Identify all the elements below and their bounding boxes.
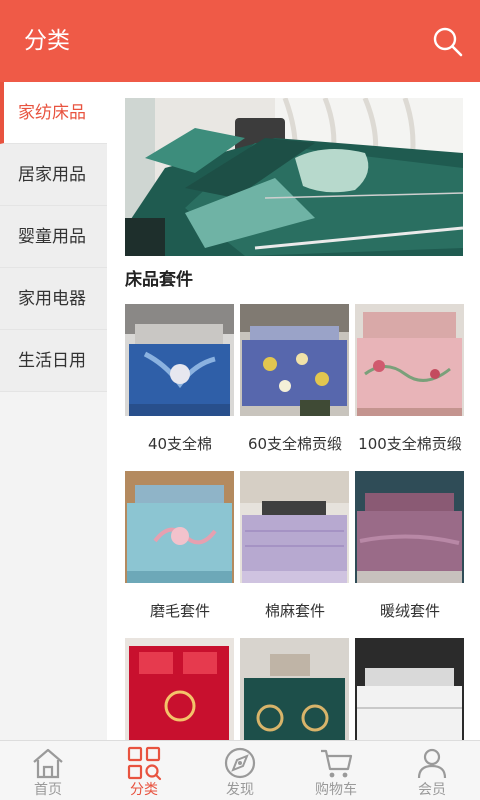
search-icon (433, 27, 463, 57)
discover-icon (224, 747, 256, 779)
tab-cart[interactable]: 购物车 (288, 741, 384, 800)
category-content: 床品套件 40支全棉 60支全棉贡缎 100支全棉贡缎 磨毛套件 棉麻套件 暖绒… (107, 82, 480, 740)
tab-discover[interactable]: 发现 (192, 741, 288, 800)
home-icon (33, 748, 63, 779)
tab-member[interactable]: 会员 (384, 741, 480, 800)
sidebar-item-label: 居家用品 (18, 165, 86, 185)
product-tile[interactable]: 100支全棉贡缎 (355, 304, 464, 454)
product-label: 40支全棉 (147, 435, 213, 453)
product-tile[interactable]: 40支全棉 (125, 304, 234, 454)
product-image (125, 638, 234, 740)
product-label: 磨毛套件 (149, 602, 210, 620)
top-app-bar: 分类 (0, 0, 480, 82)
product-tile[interactable] (125, 638, 234, 740)
product-tile[interactable] (240, 638, 349, 740)
tab-home[interactable]: 首页 (0, 741, 96, 800)
product-label: 60支全棉贡缎 (247, 435, 343, 453)
sidebar-item-label: 家用电器 (18, 289, 86, 309)
sidebar-item-label: 生活日用 (18, 351, 86, 371)
app-root: 分类 家纺床品 居家用品 婴童用品 家用电器 生活日用 床品套件 40支全棉 6… (0, 0, 480, 800)
product-label: 棉麻套件 (264, 602, 325, 620)
banner-image (125, 98, 463, 256)
product-image (355, 304, 464, 416)
bottom-tab-bar: 首页 分类 发现 购物车 会员 (0, 740, 480, 800)
product-tile[interactable]: 磨毛套件 (125, 471, 234, 621)
product-image (240, 304, 349, 416)
tab-label: 分类 (130, 782, 158, 798)
tab-category[interactable]: 分类 (96, 741, 192, 800)
sidebar-item-label: 家纺床品 (18, 103, 86, 123)
tab-label: 发现 (226, 782, 254, 798)
tab-label: 首页 (34, 782, 62, 798)
product-tile[interactable]: 60支全棉贡缎 (240, 304, 349, 454)
product-tile[interactable] (355, 638, 464, 740)
category-sidebar: 家纺床品 居家用品 婴童用品 家用电器 生活日用 (0, 82, 107, 740)
section-title: 床品套件 (125, 270, 193, 290)
cart-icon (321, 749, 353, 778)
category-icon (127, 746, 162, 781)
sidebar-item-baby-kids[interactable]: 婴童用品 (0, 206, 107, 268)
sidebar-item-appliances[interactable]: 家用电器 (0, 268, 107, 330)
product-image (355, 471, 464, 583)
product-label: 100支全棉贡缎 (358, 435, 462, 453)
product-image (125, 304, 234, 416)
product-image (240, 471, 349, 583)
sidebar-item-daily-use[interactable]: 生活日用 (0, 330, 107, 392)
tab-label: 购物车 (315, 782, 357, 798)
sidebar-item-bedding[interactable]: 家纺床品 (0, 82, 107, 144)
product-image (355, 638, 464, 740)
product-image (240, 638, 349, 740)
product-image (125, 471, 234, 583)
product-tile[interactable]: 棉麻套件 (240, 471, 349, 621)
sidebar-item-label: 婴童用品 (18, 227, 86, 247)
tab-label: 会员 (418, 782, 446, 798)
member-icon (417, 748, 447, 779)
search-button[interactable] (432, 26, 464, 58)
product-label: 暖绒套件 (379, 602, 440, 620)
category-banner[interactable] (125, 98, 463, 256)
page-title: 分类 (24, 28, 70, 54)
sidebar-item-home-goods[interactable]: 居家用品 (0, 144, 107, 206)
product-tile[interactable]: 暖绒套件 (355, 471, 464, 621)
